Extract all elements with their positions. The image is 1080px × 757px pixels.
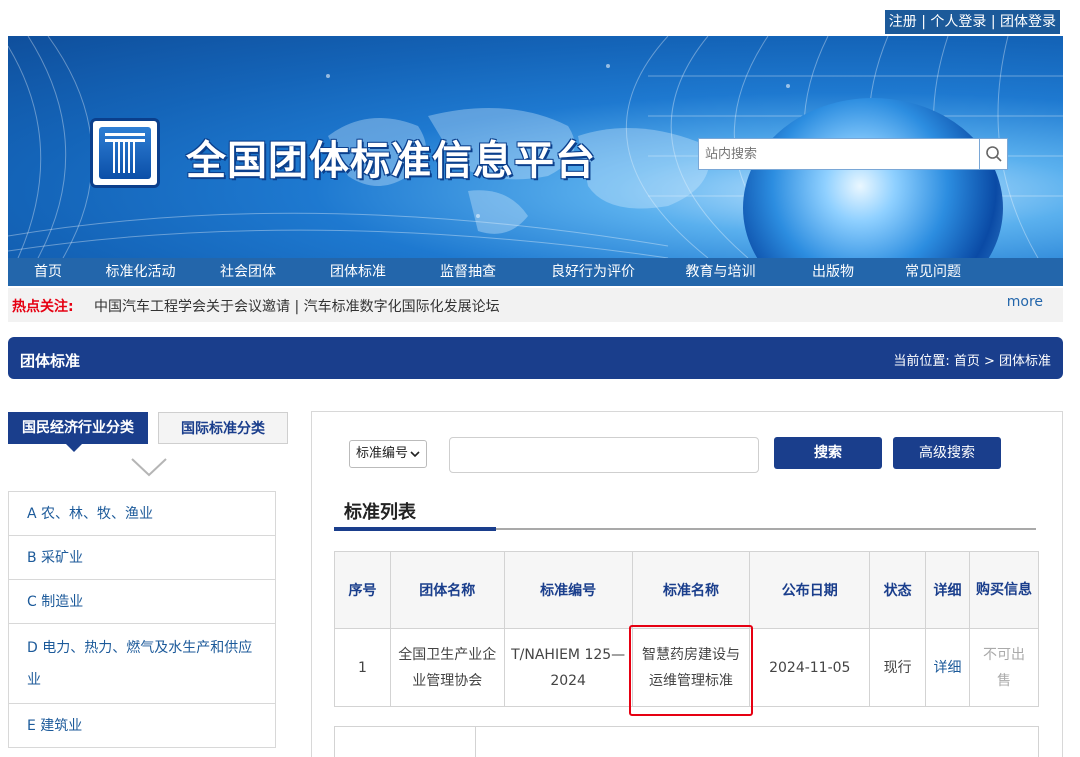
nav-item-inspection[interactable]: 监督抽查 [413, 258, 523, 286]
nav-item-group-standards[interactable]: 团体标准 [303, 258, 413, 286]
site-banner: 全国团体标准信息平台 [8, 36, 1063, 258]
list-title-divider [496, 528, 1036, 530]
nav-item-social-groups[interactable]: 社会团体 [193, 258, 303, 286]
top-bar: 注册 | 个人登录 | 团体登录 [0, 0, 1080, 36]
search-field-value: 标准编号 [356, 446, 409, 461]
nav-item-home[interactable]: 首页 [8, 258, 88, 286]
nav-item-publications[interactable]: 出版物 [778, 258, 888, 286]
keyword-input[interactable] [449, 437, 759, 473]
col-header-group: 团体名称 [389, 551, 505, 629]
separator: | [990, 14, 996, 30]
list-title: 标准列表 [344, 502, 416, 523]
highlight-box [628, 625, 754, 716]
nav-item-education[interactable]: 教育与培训 [663, 258, 778, 286]
category-item-mining[interactable]: B 采矿业 [8, 536, 276, 580]
hot-topics-news[interactable]: 中国汽车工程学会关于会议邀请 | 汽车标准数字化国际化发展论坛 [94, 296, 500, 316]
advanced-search-button[interactable]: 高级搜索 [893, 437, 1001, 469]
table-header-row: 序号 团体名称 标准编号 标准名称 公布日期 状态 详细 购买信息 [334, 551, 1039, 629]
category-item-utilities[interactable]: D 电力、热力、燃气及水生产和供应业 [8, 624, 276, 704]
personal-login-link[interactable]: 个人登录 [930, 14, 986, 30]
site-search-button[interactable] [980, 138, 1008, 170]
cell-name: 智慧药房建设与运维管理标准 [641, 646, 740, 689]
nav-item-standardization[interactable]: 标准化活动 [88, 258, 193, 286]
col-header-status: 状态 [869, 551, 927, 629]
category-list: A 农、林、牧、渔业 B 采矿业 C 制造业 D 电力、热力、燃气及水生产和供应… [8, 491, 276, 748]
hot-topics-bar: 热点关注: 中国汽车工程学会关于会议邀请 | 汽车标准数字化国际化发展论坛 mo… [8, 288, 1063, 322]
category-tabs: 国民经济行业分类 国际标准分类 [8, 412, 288, 444]
cell-date: 2024-11-05 [749, 628, 871, 707]
pagination-divider [475, 727, 476, 757]
col-header-name: 标准名称 [631, 551, 751, 629]
hot-topics-label: 热点关注: [12, 299, 74, 315]
pagination-area [334, 726, 1039, 757]
nav-item-faq[interactable]: 常见问题 [888, 258, 978, 286]
site-logo [90, 118, 160, 188]
cell-status: 现行 [869, 628, 927, 707]
search-icon [985, 146, 1002, 162]
detail-link[interactable]: 详细 [925, 628, 971, 707]
cell-purchase: 不可出售 [969, 628, 1039, 707]
section-header: 团体标准 当前位置: 首页 > 团体标准 [8, 337, 1063, 379]
tab-international-classification[interactable]: 国际标准分类 [158, 412, 288, 444]
standards-table: 序号 团体名称 标准编号 标准名称 公布日期 状态 详细 购买信息 1 全国卫生… [334, 551, 1039, 716]
table-row: 1 全国卫生产业企业管理协会 T/NAHIEM 125—2024 智慧药房建设与… [334, 625, 1039, 716]
tab-industry-classification[interactable]: 国民经济行业分类 [8, 412, 148, 444]
chevron-down-icon[interactable] [130, 456, 168, 478]
site-search-input[interactable] [698, 138, 980, 170]
category-item-construction[interactable]: E 建筑业 [8, 704, 276, 748]
chevron-down-icon [410, 451, 420, 458]
active-tab-pointer [66, 444, 82, 452]
cell-index: 1 [334, 628, 391, 707]
standards-panel: 标准编号 搜索 高级搜索 标准列表 序号 团体名称 标准编号 标准名称 公布日期… [311, 411, 1063, 757]
search-button[interactable]: 搜索 [774, 437, 882, 469]
col-header-detail: 详细 [925, 551, 971, 629]
category-item-agriculture[interactable]: A 农、林、牧、渔业 [8, 492, 276, 536]
category-item-manufacturing[interactable]: C 制造业 [8, 580, 276, 624]
nav-item-good-behavior[interactable]: 良好行为评价 [523, 258, 663, 286]
cell-code: T/NAHIEM 125—2024 [503, 628, 633, 707]
col-header-code: 标准编号 [503, 551, 633, 629]
login-links: 注册 | 个人登录 | 团体登录 [884, 10, 1060, 34]
separator: | [921, 14, 926, 30]
more-link[interactable]: more [1007, 294, 1043, 310]
main-nav: 首页 标准化活动 社会团体 团体标准 监督抽查 良好行为评价 教育与培训 出版物… [8, 258, 1063, 286]
site-title: 全国团体标准信息平台 [186, 138, 596, 184]
list-title-underline [334, 527, 496, 531]
search-field-select[interactable]: 标准编号 [349, 440, 428, 468]
register-link[interactable]: 注册 [889, 14, 917, 30]
group-login-link[interactable]: 团体登录 [1000, 14, 1056, 30]
cell-group: 全国卫生产业企业管理协会 [389, 628, 505, 707]
cell-name-highlighted: 智慧药房建设与运维管理标准 [628, 625, 754, 716]
col-header-date: 公布日期 [749, 551, 871, 629]
site-search [698, 138, 1008, 170]
col-header-purchase: 购买信息 [969, 551, 1039, 629]
section-title: 团体标准 [20, 352, 81, 370]
breadcrumb: 当前位置: 首页 > 团体标准 [893, 354, 1051, 369]
col-header-index: 序号 [334, 551, 391, 629]
